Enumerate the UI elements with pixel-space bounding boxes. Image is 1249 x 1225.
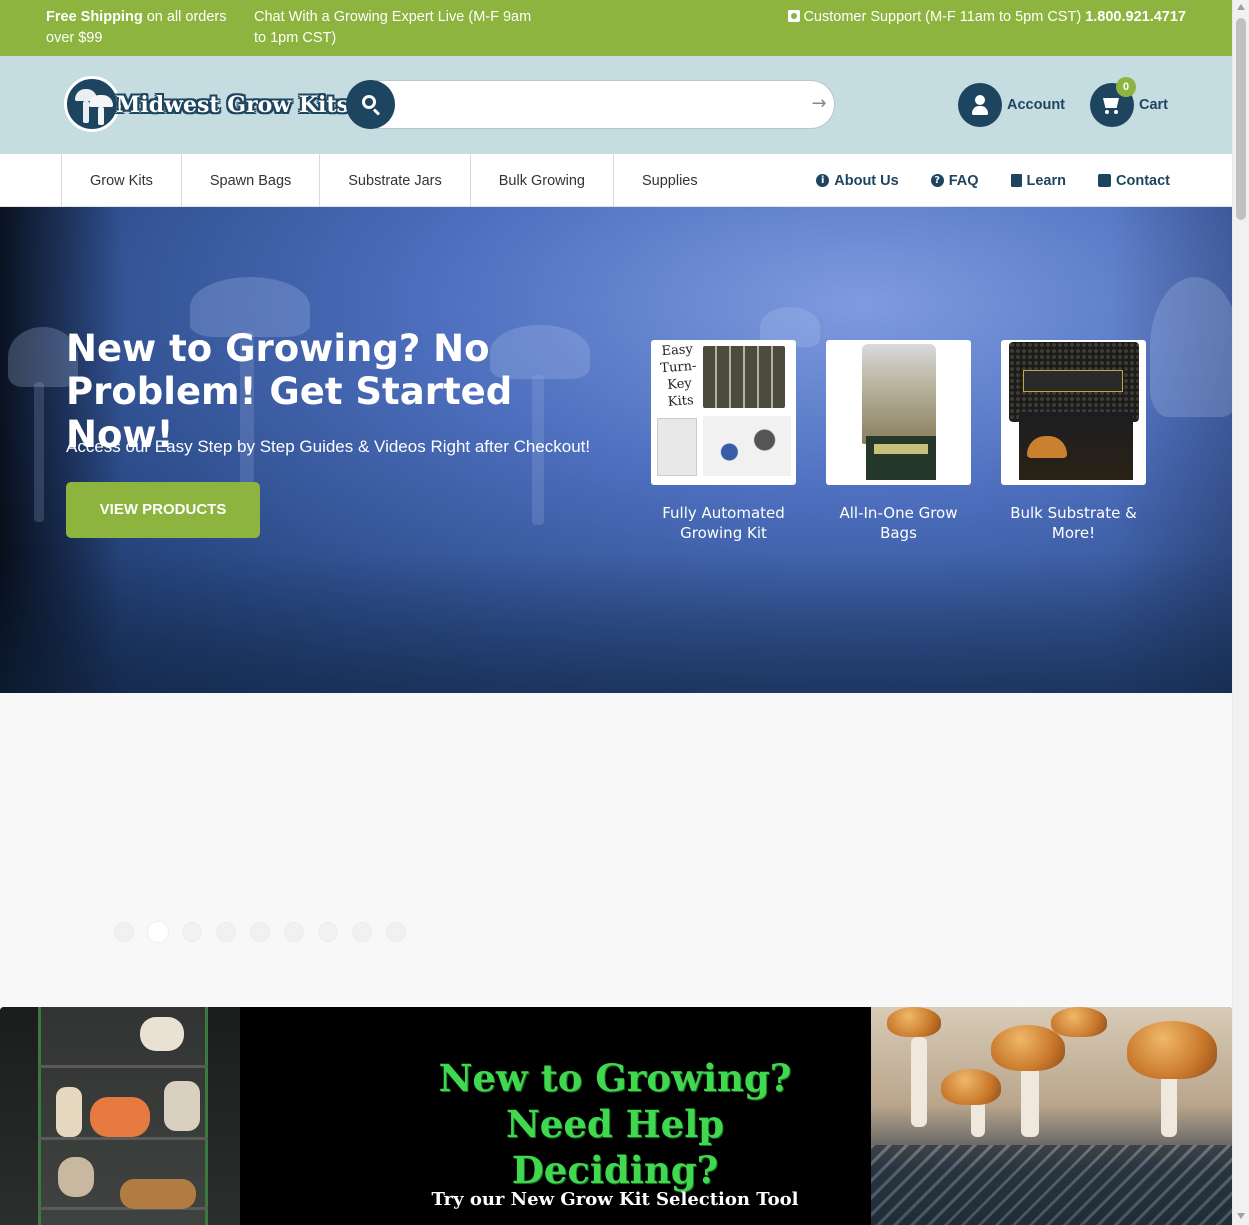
free-shipping-notice: Free Shipping on all orders over $99	[46, 7, 236, 49]
question-icon: ?	[930, 174, 944, 187]
hero-slide: New to Growing? No Problem! Get Started …	[0, 207, 1232, 693]
arrow-right-icon[interactable]: →	[809, 94, 829, 114]
banner-title-line-1: New to Growing?	[438, 1056, 792, 1100]
scroll-up-arrow-icon[interactable]	[1237, 4, 1245, 10]
grow-bag-image	[826, 340, 971, 485]
search-icon[interactable]	[346, 80, 395, 129]
background-mushroom	[1150, 277, 1232, 417]
nav-item-grow-kits[interactable]: Grow Kits	[61, 154, 181, 207]
account-button[interactable]: Account	[958, 82, 1065, 128]
user-icon	[958, 83, 1002, 127]
faq-label: FAQ	[948, 172, 979, 189]
product-card-caption: All-In-One Grow Bags	[839, 504, 958, 542]
grow-shelf-photo	[0, 1007, 240, 1225]
customer-support-info[interactable]: Customer Support (M-F 11am to 5pm CST) 1…	[788, 7, 1186, 28]
banner-subtitle: Try our New Grow Kit Selection Tool	[431, 1189, 799, 1210]
banner-title: New to Growing? Need Help Deciding?	[400, 1055, 830, 1193]
search-bar: →	[346, 80, 835, 129]
cart-label: Cart	[1139, 97, 1169, 113]
carousel-dot[interactable]	[114, 922, 134, 942]
contact-label: Contact	[1116, 172, 1170, 189]
live-chat-link[interactable]: Chat With a Growing Expert Live (M-F 9am…	[254, 7, 544, 49]
carousel-dot[interactable]	[386, 922, 406, 942]
phone-icon	[1098, 174, 1112, 187]
product-card-caption: Bulk Substrate & More!	[1010, 504, 1137, 542]
nav-item-bulk-growing[interactable]: Bulk Growing	[469, 154, 613, 207]
site-logo[interactable]: Midwest Grow Kits	[64, 76, 349, 134]
carousel-dot-active[interactable]	[148, 922, 168, 942]
carousel-dot[interactable]	[318, 922, 338, 942]
mushroom-logo-icon	[64, 76, 120, 132]
background-ground	[0, 553, 1232, 693]
carousel-dot[interactable]	[352, 922, 372, 942]
product-card-caption: Fully Automated Growing Kit	[662, 504, 785, 542]
nav-item-spawn-bags[interactable]: Spawn Bags	[180, 154, 319, 207]
info-icon: i	[816, 174, 830, 187]
cart-button[interactable]: 0 Cart	[1090, 77, 1169, 128]
product-card-bulk-substrate[interactable]: Bulk Substrate & More!	[1001, 340, 1146, 543]
view-products-button[interactable]: VIEW PRODUCTS	[66, 482, 260, 538]
support-hours: Customer Support (M-F 11am to 5pm CST)	[803, 9, 1082, 25]
main-navigation: Grow Kits Spawn Bags Substrate Jars Bulk…	[0, 154, 1232, 207]
nav-item-supplies[interactable]: Supplies	[613, 154, 726, 207]
scrollbar-thumb[interactable]	[1236, 18, 1246, 220]
carousel-dot[interactable]	[250, 922, 270, 942]
scroll-down-arrow-icon[interactable]	[1237, 1213, 1245, 1219]
carousel-area	[0, 693, 1232, 1007]
nav-link-contact[interactable]: Contact	[1098, 173, 1170, 189]
hero-subtitle: Access our Easy Step by Step Guides & Vi…	[66, 437, 591, 456]
carousel-dot[interactable]	[182, 922, 202, 942]
growing-kit-image: Easy Turn-Key Kits	[651, 340, 796, 485]
nav-item-substrate-jars[interactable]: Substrate Jars	[319, 154, 470, 207]
phone-icon	[788, 10, 801, 22]
mushroom-photo	[871, 1007, 1232, 1225]
carousel-dot[interactable]	[284, 922, 304, 942]
info-links: i About Us ? FAQ Learn Contact	[816, 154, 1170, 207]
support-phone-number[interactable]: 1.800.921.4717	[1085, 9, 1186, 25]
nav-link-learn[interactable]: Learn	[1010, 172, 1067, 189]
image-handwritten-text: Easy Turn-Key Kits	[659, 341, 697, 410]
account-label: Account	[1007, 97, 1065, 113]
product-card-growing-kit[interactable]: Easy Turn-Key Kits Fully Automated Growi…	[651, 340, 796, 543]
site-header: Midwest Grow Kits → Account 0 Cart	[0, 56, 1232, 154]
about-us-label: About Us	[834, 172, 899, 189]
book-icon	[1010, 174, 1022, 187]
bulk-substrate-image	[1001, 340, 1146, 485]
category-menu: Grow Kits Spawn Bags Substrate Jars Bulk…	[61, 154, 726, 207]
top-announcement-bar: Free Shipping on all orders over $99 Cha…	[0, 0, 1232, 56]
learn-label: Learn	[1026, 172, 1067, 189]
carousel-dot[interactable]	[216, 922, 236, 942]
logo-wordmark: Midwest Grow Kits	[116, 92, 349, 118]
product-card-grow-bags[interactable]: All-In-One Grow Bags	[826, 340, 971, 543]
page-scrollbar[interactable]	[1232, 0, 1249, 1225]
carousel-pagination	[114, 922, 406, 942]
banner-title-line-2: Need Help Deciding?	[505, 1102, 725, 1192]
grow-kit-selection-banner[interactable]: New to Growing? Need Help Deciding? Try …	[0, 1007, 1232, 1225]
cart-count-badge: 0	[1116, 77, 1136, 97]
nav-link-about-us[interactable]: i About Us	[816, 172, 899, 189]
background-stem	[34, 382, 44, 522]
cart-icon: 0	[1090, 77, 1136, 127]
free-shipping-label: Free Shipping	[46, 9, 143, 25]
search-input[interactable]	[376, 80, 835, 129]
nav-link-faq[interactable]: ? FAQ	[930, 172, 979, 189]
